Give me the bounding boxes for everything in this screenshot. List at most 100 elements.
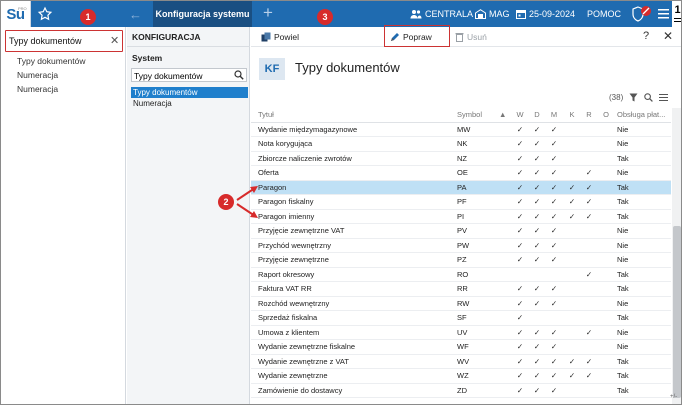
row-symbol: RO — [457, 269, 469, 279]
table-row[interactable]: Wydanie zewnętrzne WZ ✓ ✓ ✓ ✓ ✓ Tak — [251, 369, 671, 384]
row-symbol: PF — [457, 197, 467, 206]
column-header-obsluga[interactable]: Obsługa płat... — [617, 108, 669, 122]
app-logo[interactable]: Su PRO — [1, 1, 31, 27]
warehouse-label: MAG — [489, 9, 510, 19]
config-search-box — [131, 68, 247, 82]
table-row[interactable]: Raport okresowy RO ✓ Tak — [251, 268, 671, 282]
column-header-flag[interactable]: M — [547, 108, 561, 122]
column-header-flag[interactable]: W — [513, 108, 527, 122]
menu-result-numeracja-2[interactable]: Numeracja — [17, 84, 58, 94]
table-row[interactable]: Wydanie międzymagazynowe MW ✓ ✓ ✓ Nie — [251, 123, 671, 137]
table-row[interactable]: Przyjęcie zewnętrzne VAT PV ✓ ✓ ✓ Nie — [251, 224, 671, 239]
table-row[interactable]: Nota korygująca NK ✓ ✓ ✓ Nie — [251, 137, 671, 152]
help-button[interactable]: ? — [643, 30, 649, 42]
config-item-numeracja[interactable]: Numeracja — [131, 98, 248, 109]
favorites-star-icon[interactable] — [37, 6, 53, 22]
column-header-flag[interactable]: K — [565, 108, 579, 122]
notifications-shield-icon[interactable] — [631, 5, 653, 23]
help-menu[interactable]: POMOC — [587, 9, 621, 19]
column-header-tytul[interactable]: Tytuł — [258, 108, 454, 122]
row-title: Zbiorcze naliczenie zwrotów — [258, 153, 352, 163]
row-title: Umowa z klientem — [258, 327, 320, 337]
config-search-input[interactable] — [134, 70, 230, 81]
check-icon: ✓ — [585, 168, 593, 177]
row-title: Sprzedaż fiskalna — [258, 313, 318, 322]
table-row[interactable]: Przyjęcie zewnętrzne PZ ✓ ✓ ✓ Nie — [251, 253, 671, 268]
column-header-flag[interactable]: R — [582, 108, 596, 122]
table-row[interactable]: Faktura VAT RR RR ✓ ✓ ✓ Tak — [251, 282, 671, 297]
row-symbol: OE — [457, 168, 468, 177]
menu-search-input[interactable] — [9, 34, 105, 48]
check-icon: ✓ — [516, 284, 524, 293]
search-icon[interactable] — [644, 93, 654, 102]
top-bar: Su PRO ← Konfiguracja systemu + CENTRALA… — [1, 1, 681, 27]
row-title: Wydanie zewnętrzne fiskalne — [258, 342, 356, 351]
row-symbol: MW — [457, 124, 471, 134]
search-icon[interactable] — [234, 70, 244, 80]
table-row[interactable]: Oferta OE ✓ ✓ ✓ ✓ Nie — [251, 166, 671, 181]
tab-konfiguracja-systemu[interactable]: Konfiguracja systemu — [153, 1, 252, 27]
menu-result-numeracja[interactable]: Numeracja — [17, 70, 58, 80]
table-row[interactable]: Sprzedaż fiskalna SF ✓ Tak — [251, 311, 671, 326]
check-icon: ✓ — [550, 153, 558, 163]
usun-button[interactable]: Usuń — [455, 32, 487, 42]
calendar-icon — [516, 10, 526, 19]
vertical-scrollbar[interactable] — [672, 108, 681, 404]
close-button[interactable]: ✕ — [663, 29, 673, 43]
table-row[interactable]: Wydanie zewnętrzne fiskalne WF ✓ ✓ ✓ Nie — [251, 340, 671, 355]
table-row[interactable]: Zamówienie do dostawcy ZD ✓ ✓ ✓ Tak — [251, 384, 671, 398]
row-payment-support: Tak — [617, 269, 629, 279]
config-title: KONFIGURACJA — [132, 32, 201, 42]
company-icon — [410, 10, 422, 19]
row-payment-support: Tak — [617, 371, 629, 380]
table-row[interactable]: Paragon fiskalny PF ✓ ✓ ✓ ✓ ✓ Tak — [251, 195, 671, 210]
config-item-typy-dokumentow[interactable]: Typy dokumentów — [131, 87, 248, 98]
date-selector[interactable]: 25-09-2024 — [516, 9, 575, 19]
user-badge[interactable]: 1 — [672, 1, 681, 27]
powiel-button[interactable]: Powiel — [261, 32, 299, 42]
filter-icon[interactable] — [629, 93, 638, 102]
row-symbol: WF — [457, 342, 469, 351]
check-icon: ✓ — [533, 153, 541, 163]
menu-icon[interactable] — [658, 8, 669, 20]
table-row[interactable]: Wydanie zewnętrzne z VAT WV ✓ ✓ ✓ ✓ ✓ Tak — [251, 355, 671, 369]
table-row[interactable]: Zbiorcze naliczenie zwrotów NZ ✓ ✓ ✓ Tak — [251, 152, 671, 166]
check-icon: ✓ — [550, 255, 558, 264]
check-icon: ✓ — [585, 356, 593, 366]
column-header-flag[interactable]: O — [599, 108, 613, 122]
check-icon: ✓ — [533, 342, 541, 351]
table-row[interactable]: Paragon PA ✓ ✓ ✓ ✓ ✓ Tak — [251, 180, 671, 195]
resize-corner-icon[interactable]: +/- — [670, 394, 677, 400]
check-icon: ✓ — [550, 371, 558, 380]
check-icon: ✓ — [550, 197, 558, 206]
scrollbar-thumb[interactable] — [673, 226, 681, 398]
warehouse-selector[interactable]: MAG — [475, 9, 510, 19]
company-label: CENTRALA — [425, 9, 474, 19]
row-symbol: RR — [457, 284, 468, 293]
table-row[interactable]: Rozchód wewnętrzny RW ✓ ✓ ✓ Nie — [251, 297, 671, 311]
table-row[interactable]: Paragon imienny PI ✓ ✓ ✓ ✓ ✓ Tak — [251, 210, 671, 224]
table-row[interactable]: Umowa z klientem UV ✓ ✓ ✓ ✓ Nie — [251, 326, 671, 340]
list-tools: (38) — [609, 93, 669, 102]
row-payment-support: Tak — [617, 284, 629, 293]
logo-sub: PRO — [18, 6, 27, 11]
columns-menu-icon[interactable] — [659, 93, 669, 102]
new-tab-button[interactable]: + — [263, 3, 273, 23]
back-arrow-icon[interactable]: ← — [129, 7, 142, 22]
row-symbol: PV — [457, 226, 468, 235]
clear-search-icon[interactable]: ✕ — [110, 34, 119, 47]
company-selector[interactable]: CENTRALA — [410, 9, 473, 19]
check-icon: ✓ — [516, 240, 524, 250]
check-icon: ✓ — [550, 342, 558, 351]
row-title: Faktura VAT RR — [258, 284, 312, 293]
check-icon: ✓ — [533, 298, 541, 308]
check-icon: ✓ — [533, 385, 541, 395]
row-symbol: ZD — [457, 385, 467, 395]
column-header-flag[interactable]: D — [530, 108, 544, 122]
check-icon: ✓ — [585, 269, 593, 279]
menu-result-typy-dokumentow[interactable]: Typy dokumentów — [17, 56, 86, 66]
table-row[interactable]: Przychód wewnętrzny PW ✓ ✓ ✓ Nie — [251, 239, 671, 253]
row-symbol: RW — [457, 298, 470, 308]
toolbar: Powiel Popraw Usuń ? ✕ — [251, 25, 681, 47]
check-icon: ✓ — [568, 182, 576, 192]
